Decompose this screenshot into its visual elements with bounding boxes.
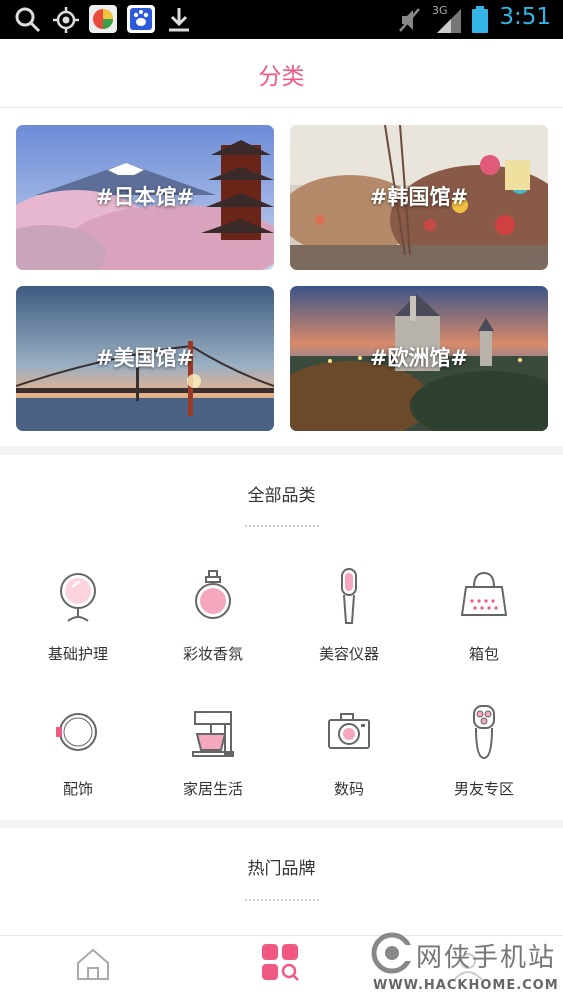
category-accessories[interactable]: 配饰 [23, 700, 133, 799]
category-label: 美容仪器 [318, 645, 379, 663]
korea-pavilion-card[interactable]: #韩国馆# [290, 125, 548, 270]
battery-icon [472, 6, 488, 33]
handbag-icon [460, 571, 508, 616]
usa-pavilion-label: #美国馆# [95, 346, 195, 370]
home-icon[interactable] [75, 946, 111, 982]
all-categories-title: 全部品类 [247, 486, 316, 506]
location-icon [53, 7, 79, 33]
country-pavilions: #日本馆# #韩国馆# #美国馆# #欧洲馆# [0, 108, 563, 446]
all-categories-section: 全部品类 基础护理 彩妆香氛 美容仪器 箱包 配饰 家居生活 数码 男友专区 [0, 455, 563, 820]
status-bar: 3G 3:51 [0, 0, 563, 39]
usa-pavilion-card[interactable]: #美国馆# [16, 286, 274, 431]
watermark-logo-icon [371, 932, 414, 974]
category-label: 数码 [333, 780, 364, 798]
clock: 3:51 [499, 4, 551, 30]
camera-icon [328, 713, 370, 749]
baidu-icon [127, 5, 155, 33]
category-boyfriend-zone[interactable]: 男友专区 [429, 700, 539, 799]
download-icon [169, 8, 189, 32]
mirror-icon [60, 573, 96, 622]
category-makeup-fragrance[interactable]: 彩妆香氛 [158, 565, 268, 664]
japan-pavilion-card[interactable]: #日本馆# [16, 125, 274, 270]
category-label: 基础护理 [47, 645, 108, 663]
watermark-text: 网侠手机站 [416, 943, 557, 973]
category-label: 箱包 [468, 645, 499, 663]
page-header: 分类 [0, 39, 563, 108]
category-label: 家居生活 [182, 780, 243, 798]
hot-brands-section: 热门品牌 [0, 828, 563, 935]
europe-pavilion-card[interactable]: #欧洲馆# [290, 286, 548, 431]
hot-brands-title: 热门品牌 [247, 859, 316, 879]
watch-icon [56, 713, 97, 751]
japan-pavilion-label: #日本馆# [95, 185, 195, 209]
category-basic-care[interactable]: 基础护理 [23, 565, 133, 664]
watermark: 网侠手机站 WWW.HACKHOME.COM [368, 925, 563, 1002]
korea-pavilion-label: #韩国馆# [369, 185, 469, 209]
title-divider [245, 525, 319, 527]
category-label: 配饰 [62, 780, 93, 798]
mixer-icon [192, 711, 234, 757]
category-bags[interactable]: 箱包 [429, 565, 539, 664]
signal-icon [437, 9, 461, 33]
page-title: 分类 [258, 64, 305, 90]
shaver-icon [473, 705, 495, 760]
title-divider [245, 899, 319, 901]
category-label: 男友专区 [453, 780, 514, 798]
category-label: 彩妆香氛 [182, 645, 243, 663]
category-home-living[interactable]: 家居生活 [158, 700, 268, 799]
europe-pavilion-label: #欧洲馆# [369, 346, 469, 370]
beauty-device-icon [341, 568, 357, 624]
mute-icon [399, 8, 420, 32]
app-store-icon [89, 5, 117, 33]
search-icon [15, 7, 41, 33]
perfume-icon [195, 570, 231, 619]
category-beauty-device[interactable]: 美容仪器 [294, 565, 404, 664]
watermark-url: WWW.HACKHOME.COM [373, 978, 559, 993]
category-digital[interactable]: 数码 [294, 700, 404, 799]
category-icon[interactable] [262, 944, 300, 982]
